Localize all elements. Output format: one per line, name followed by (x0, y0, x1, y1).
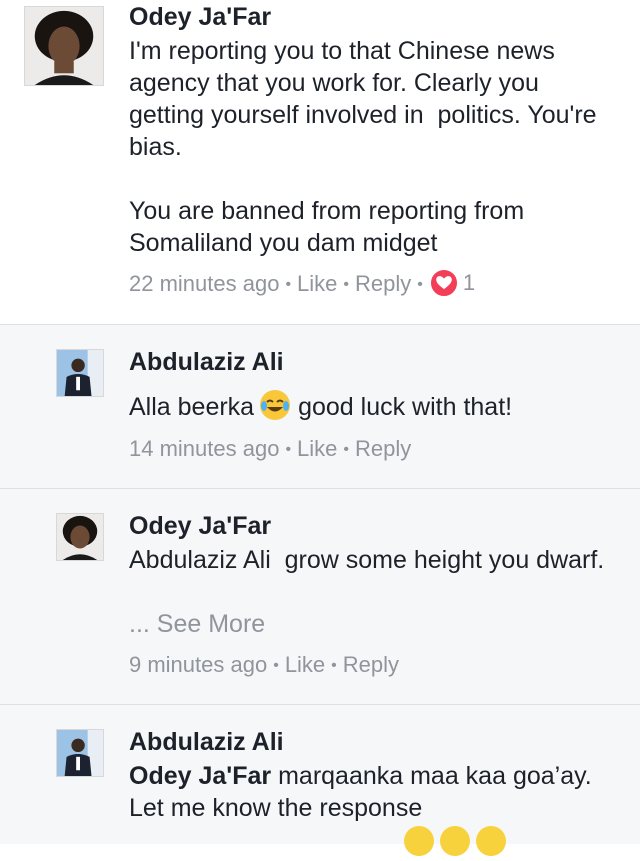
face-with-tears-of-joy-icon (258, 388, 292, 422)
comment-author[interactable]: Abdulaziz Ali (129, 347, 284, 377)
comment-author[interactable]: Odey Ja'Far (129, 2, 271, 32)
comment-author[interactable]: Odey Ja'Far (129, 511, 271, 541)
separator-dot: • (331, 657, 337, 675)
like-link[interactable]: Like (285, 652, 325, 677)
comment-abdulaziz-2: Abdulaziz Ali Odey Ja'Far marqaanka maa … (0, 704, 640, 844)
comment-author[interactable]: Abdulaziz Ali (129, 727, 284, 757)
comment-abdulaziz-1: Abdulaziz Ali Alla beerka good luck with … (0, 324, 640, 488)
reaction-count: 1 (462, 270, 476, 296)
comment-meta: 22 minutes ago • Like • Reply • 1 (129, 268, 476, 300)
profile-photo-odey (25, 7, 103, 85)
comment-meta: 14 minutes ago • Like • Reply (129, 435, 411, 464)
comment-text: Abdulaziz Ali grow some height you dwarf… (129, 546, 605, 574)
avatar-odey[interactable] (56, 513, 104, 561)
reaction-summary[interactable]: 1 (428, 268, 476, 299)
avatar-odey[interactable] (24, 6, 104, 86)
emoji-icon (404, 826, 434, 856)
separator-dot: • (417, 276, 423, 294)
like-link[interactable]: Like (297, 271, 337, 296)
like-link[interactable]: Like (297, 436, 337, 461)
separator-dot: • (273, 657, 279, 675)
reply-link[interactable]: Reply (355, 271, 411, 296)
comment-odey-2: Odey Ja'Far Abdulaziz Ali grow some heig… (0, 488, 640, 704)
profile-photo-abdulaziz (57, 730, 103, 776)
comment-text: Alla beerka good luck with that! (129, 388, 619, 425)
reply-link[interactable]: Reply (355, 436, 411, 461)
comment-timestamp[interactable]: 9 minutes ago (129, 652, 267, 677)
comment-text-part: good luck with that! (298, 393, 513, 421)
avatar-abdulaziz[interactable] (56, 729, 104, 777)
profile-photo-odey (57, 514, 103, 560)
cut-off-emoji-row (404, 826, 514, 856)
reply-link[interactable]: Reply (343, 652, 399, 677)
separator-dot: • (285, 276, 292, 294)
heart-icon (428, 268, 459, 299)
separator-dot: • (343, 276, 350, 294)
comment-timestamp[interactable]: 14 minutes ago (129, 436, 279, 461)
comment-timestamp[interactable]: 22 minutes ago (129, 271, 279, 296)
comment-text: Odey Ja'Far marqaanka maa kaa goa’ay. Le… (129, 760, 619, 824)
separator-dot: • (285, 441, 292, 459)
mention-link[interactable]: Odey Ja'Far (129, 762, 271, 790)
comment-text: I'm reporting you to that Chinese news a… (129, 37, 597, 257)
comment-meta: 9 minutes ago • Like • Reply (129, 651, 399, 680)
avatar-abdulaziz[interactable] (56, 349, 104, 397)
comment-odey-1: Odey Ja'Far I'm reporting you to that Ch… (0, 0, 640, 324)
profile-photo-abdulaziz (57, 350, 103, 396)
see-more-link[interactable]: ... See More (129, 608, 619, 640)
comment-text-part: Alla beerka (129, 393, 255, 421)
emoji-icon (440, 826, 470, 856)
emoji-icon (476, 826, 506, 856)
separator-dot: • (343, 441, 350, 459)
